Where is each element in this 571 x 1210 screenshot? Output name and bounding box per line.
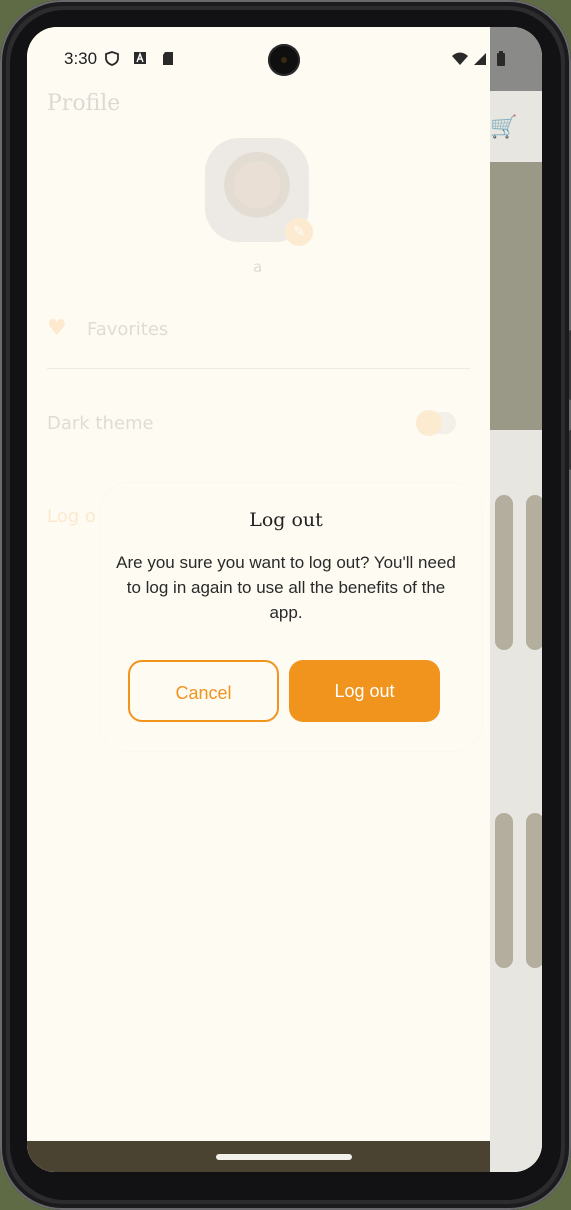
phone-frame: 🛒 Profile ✎ a ♥ Favorites Dark theme Log… — [0, 0, 571, 1210]
logout-button[interactable]: Log out — [289, 660, 440, 722]
background-banner-image — [490, 162, 542, 430]
sd-card-icon — [163, 52, 173, 65]
status-bar: 3:30 — [27, 27, 542, 91]
edit-pencil-icon[interactable]: ✎ — [285, 218, 313, 246]
cart-icon: 🛒 — [490, 115, 518, 140]
heart-icon: ♥ — [47, 316, 67, 341]
dark-theme-toggle[interactable] — [416, 410, 456, 436]
divider — [47, 368, 470, 369]
toggle-knob — [416, 410, 442, 436]
home-gesture-handle[interactable] — [216, 1154, 352, 1160]
dark-theme-label: Dark theme — [47, 413, 154, 434]
screen: 🛒 Profile ✎ a ♥ Favorites Dark theme Log… — [27, 27, 542, 1172]
cancel-button[interactable]: Cancel — [128, 660, 279, 722]
logout-menu-item[interactable]: Log o — [47, 506, 96, 527]
drawer-title: Profile — [47, 91, 121, 116]
dialog-title: Log out — [249, 509, 323, 531]
background-card — [526, 495, 542, 650]
signal-icon — [474, 53, 486, 65]
background-app: 🛒 — [490, 27, 542, 1172]
background-card — [495, 495, 513, 650]
wifi-icon — [452, 52, 468, 65]
favorites-menu-item[interactable]: Favorites — [87, 319, 168, 340]
front-camera — [268, 44, 300, 76]
font-icon — [134, 52, 146, 64]
logout-dialog: Log out Are you sure you want to log out… — [100, 483, 482, 751]
battery-icon — [497, 51, 505, 66]
avatar[interactable]: ✎ — [205, 138, 313, 246]
background-card — [495, 813, 513, 968]
profile-drawer: Profile ✎ a ♥ Favorites Dark theme Log o… — [27, 27, 490, 1172]
background-card — [526, 813, 542, 968]
shield-icon — [105, 51, 119, 66]
status-time: 3:30 — [64, 49, 98, 68]
user-name: a — [253, 258, 263, 276]
dialog-message: Are you sure you want to log out? You'll… — [116, 553, 456, 622]
